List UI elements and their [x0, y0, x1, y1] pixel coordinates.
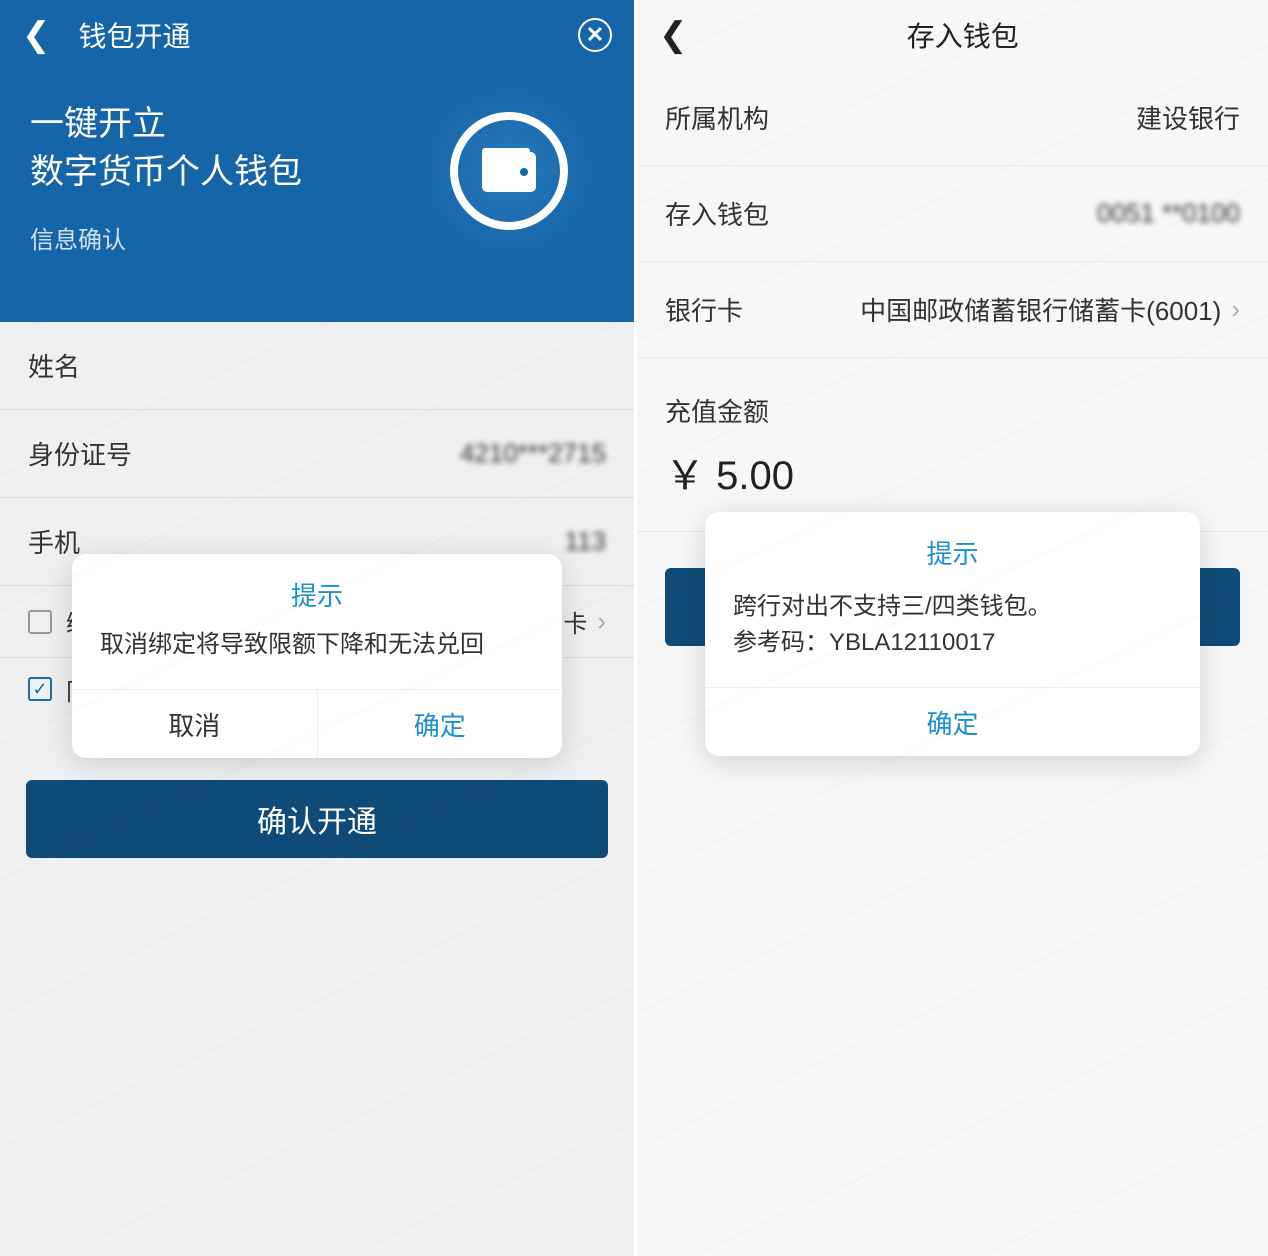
confirm-open-button[interactable]: 确认开通 — [26, 780, 608, 858]
amount-label: 充值金额 — [637, 358, 1268, 439]
hero-banner: 一键开立 数字货币个人钱包 信息确认 — [0, 70, 634, 322]
back-icon[interactable]: ❮ — [22, 15, 51, 55]
page-title: 存入钱包 — [680, 15, 1247, 55]
alert-message: 跨行对出不支持三/四类钱包。 参考码：YBLA12110017 — [705, 585, 1200, 687]
bind-checkbox[interactable] — [28, 610, 52, 634]
chevron-right-icon: › — [1231, 294, 1240, 325]
bankcard-label: 银行卡 — [665, 291, 860, 328]
cancel-button[interactable]: 取消 — [72, 690, 318, 758]
page-title: 钱包开通 — [79, 15, 579, 55]
header: ❮ 存入钱包 — [637, 0, 1268, 70]
bankcard-value: 中国邮政储蓄银行储蓄卡(6001) — [860, 291, 1221, 328]
ok-button[interactable]: 确定 — [705, 688, 1200, 756]
alert-title: 提示 — [72, 554, 562, 627]
right-screenshot: ❮ 存入钱包 所属机构 建设银行 存入钱包 0051 **0100 银行卡 中国… — [634, 0, 1268, 1256]
wallet-icon — [480, 146, 538, 196]
bind-value: 卡 — [563, 604, 587, 639]
alert-buttons: 确定 — [705, 687, 1200, 756]
agree-checkbox[interactable]: ✓ — [28, 677, 52, 701]
org-row: 所属机构 建设银行 — [637, 70, 1268, 166]
wallet-row[interactable]: 存入钱包 0051 **0100 — [637, 166, 1268, 262]
chevron-right-icon: › — [597, 606, 606, 637]
name-label: 姓名 — [28, 347, 606, 384]
org-value: 建设银行 — [1136, 99, 1240, 136]
alert-line2: 参考码：YBLA12110017 — [733, 625, 1172, 661]
wallet-value: 0051 **0100 — [1097, 198, 1240, 229]
wallet-badge-ring — [450, 112, 568, 230]
left-screenshot: ❮ 钱包开通 ✕ 一键开立 数字货币个人钱包 信息确认 姓名 身份证 — [0, 0, 634, 1256]
name-row[interactable]: 姓名 — [0, 322, 634, 410]
alert-dialog: 提示 跨行对出不支持三/四类钱包。 参考码：YBLA12110017 确定 — [705, 512, 1200, 756]
alert-buttons: 取消 确定 — [72, 689, 562, 758]
org-label: 所属机构 — [665, 99, 1136, 136]
phone-value: 113 — [565, 526, 606, 557]
alert-line1: 跨行对出不支持三/四类钱包。 — [733, 589, 1172, 625]
id-value: 4210***2715 — [460, 438, 606, 469]
id-label: 身份证号 — [28, 435, 460, 472]
wallet-label: 存入钱包 — [665, 195, 1097, 232]
confirm-open-label: 确认开通 — [257, 797, 377, 841]
id-row[interactable]: 身份证号 4210***2715 — [0, 410, 634, 498]
alert-dialog: 提示 取消绑定将导致限额下降和无法兑回 取消 确定 — [72, 554, 562, 758]
alert-message: 取消绑定将导致限额下降和无法兑回 — [72, 627, 562, 689]
ok-button[interactable]: 确定 — [318, 690, 563, 758]
alert-title: 提示 — [705, 512, 1200, 585]
close-icon[interactable]: ✕ — [578, 18, 612, 52]
bankcard-row[interactable]: 银行卡 中国邮政储蓄银行储蓄卡(6001) › — [637, 262, 1268, 358]
header: ❮ 钱包开通 ✕ — [0, 0, 634, 70]
wallet-badge — [424, 86, 594, 256]
